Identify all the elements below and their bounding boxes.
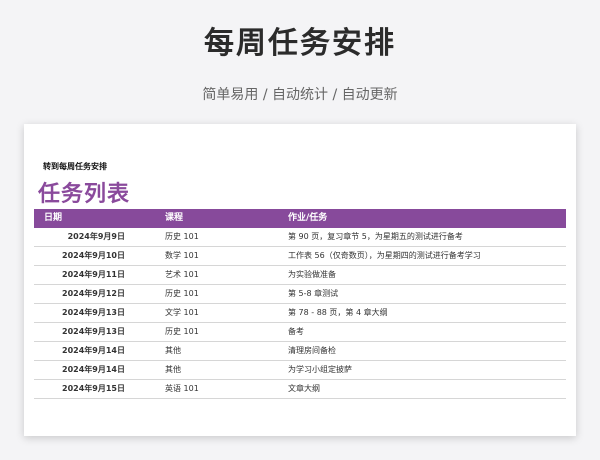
- cell-task: 第 90 页，复习章节 5，为星期五的测试进行备考: [288, 232, 463, 241]
- header-date: 日期: [44, 213, 63, 223]
- goto-weekly-link[interactable]: 转到每周任务安排: [43, 161, 107, 172]
- cell-course: 历史 101: [165, 232, 199, 241]
- header-course: 课程: [165, 213, 184, 223]
- cell-date: 2024年9月13日: [62, 327, 125, 336]
- table-row: 2024年9月12日 历史 101 第 5-8 章测试: [34, 285, 566, 304]
- cell-date: 2024年9月10日: [62, 251, 125, 260]
- cell-course: 历史 101: [165, 327, 199, 336]
- table-row: 2024年9月13日 文学 101 第 78 - 88 页，第 4 章大纲: [34, 304, 566, 323]
- cell-task: 文章大纲: [288, 384, 320, 393]
- cell-course: 其他: [165, 365, 181, 374]
- page-title: 每周任务安排: [204, 26, 396, 61]
- cell-course: 其他: [165, 346, 181, 355]
- cell-task: 第 5-8 章测试: [288, 289, 339, 298]
- header-task: 作业/任务: [288, 213, 328, 223]
- cell-date: 2024年9月11日: [62, 270, 125, 279]
- cell-course: 艺术 101: [165, 270, 199, 279]
- sheet-title: 任务列表: [38, 182, 131, 207]
- cell-task: 备考: [288, 327, 304, 336]
- spreadsheet-preview: 转到每周任务安排 任务列表 日期 课程 作业/任务 2024年9月9日 历史 1…: [24, 124, 576, 436]
- cell-date: 2024年9月15日: [62, 384, 125, 393]
- cell-date: 2024年9月9日: [67, 232, 125, 241]
- cell-course: 历史 101: [165, 289, 199, 298]
- cell-date: 2024年9月14日: [62, 346, 125, 355]
- cell-task: 清理房间备检: [288, 346, 336, 355]
- cell-date: 2024年9月14日: [62, 365, 125, 374]
- cell-task: 第 78 - 88 页，第 4 章大纲: [288, 308, 388, 317]
- cell-date: 2024年9月12日: [62, 289, 125, 298]
- task-table: 日期 课程 作业/任务 2024年9月9日 历史 101 第 90 页，复习章节…: [34, 209, 566, 399]
- cell-course: 数学 101: [165, 251, 199, 260]
- cell-task: 为实验做准备: [288, 270, 336, 279]
- table-header: 日期 课程 作业/任务: [34, 209, 566, 228]
- table-row: 2024年9月14日 其他 为学习小组定披萨: [34, 361, 566, 380]
- table-row: 2024年9月10日 数学 101 工作表 56（仅奇数页），为星期四的测试进行…: [34, 247, 566, 266]
- cell-date: 2024年9月13日: [62, 308, 125, 317]
- table-row: 2024年9月9日 历史 101 第 90 页，复习章节 5，为星期五的测试进行…: [34, 228, 566, 247]
- cell-course: 英语 101: [165, 384, 199, 393]
- table-row: 2024年9月14日 其他 清理房间备检: [34, 342, 566, 361]
- table-row: 2024年9月15日 英语 101 文章大纲: [34, 380, 566, 399]
- cell-course: 文学 101: [165, 308, 199, 317]
- cell-task: 工作表 56（仅奇数页），为星期四的测试进行备考学习: [288, 251, 481, 260]
- table-row: 2024年9月11日 艺术 101 为实验做准备: [34, 266, 566, 285]
- table-row: 2024年9月13日 历史 101 备考: [34, 323, 566, 342]
- page-subtitle: 简单易用 / 自动统计 / 自动更新: [202, 87, 398, 103]
- cell-task: 为学习小组定披萨: [288, 365, 352, 374]
